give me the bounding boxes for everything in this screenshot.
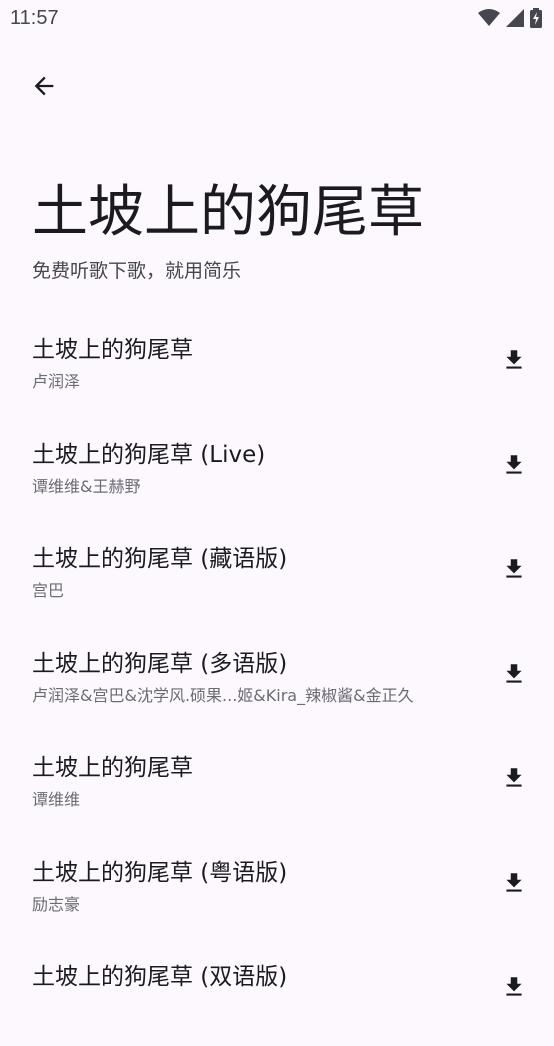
download-button[interactable] bbox=[490, 443, 538, 491]
download-icon bbox=[501, 661, 527, 691]
song-title: 土坡上的狗尾草 (藏语版) bbox=[32, 546, 288, 572]
status-time: 11:57 bbox=[10, 7, 59, 29]
song-list-item[interactable]: 土坡上的狗尾草 卢润泽 bbox=[0, 314, 554, 419]
song-title: 土坡上的狗尾草 (双语版) bbox=[32, 964, 288, 990]
song-list-item[interactable]: 土坡上的狗尾草 (多语版) 卢润泽&宫巴&沈学风.硕果...姬&Kira_辣椒酱… bbox=[0, 628, 554, 733]
download-button[interactable] bbox=[490, 861, 538, 909]
download-icon bbox=[501, 765, 527, 795]
song-artist: 宫巴 bbox=[32, 581, 65, 600]
status-icons bbox=[478, 8, 542, 32]
song-list-item[interactable]: 土坡上的狗尾草 (Live) 谭维维&王赫野 bbox=[0, 419, 554, 524]
page-subtitle: 免费听歌下歌，就用简乐 bbox=[32, 260, 242, 282]
song-list-item[interactable]: 土坡上的狗尾草 (粤语版) 励志豪 bbox=[0, 837, 554, 942]
download-icon bbox=[501, 974, 527, 1004]
download-icon bbox=[501, 452, 527, 482]
download-button[interactable] bbox=[490, 965, 538, 1013]
download-icon bbox=[501, 556, 527, 586]
song-list-item[interactable]: 土坡上的狗尾草 (双语版) bbox=[0, 941, 554, 1046]
song-title: 土坡上的狗尾草 bbox=[32, 755, 193, 781]
download-button[interactable] bbox=[490, 652, 538, 700]
song-artist: 卢润泽&宫巴&沈学风.硕果...姬&Kira_辣椒酱&金正久 bbox=[32, 685, 414, 705]
download-button[interactable] bbox=[490, 756, 538, 804]
status-bar: 11:57 bbox=[0, 0, 554, 40]
wifi-icon bbox=[478, 9, 500, 31]
song-title: 土坡上的狗尾草 (粤语版) bbox=[32, 859, 288, 886]
song-artist: 谭维维 bbox=[32, 790, 81, 809]
song-artist: 卢润泽 bbox=[32, 372, 81, 391]
download-button[interactable] bbox=[490, 547, 538, 595]
song-artist: 谭维维&王赫野 bbox=[32, 476, 141, 496]
song-list-item[interactable]: 土坡上的狗尾草 谭维维 bbox=[0, 732, 554, 837]
download-icon bbox=[501, 347, 527, 377]
arrow-back-icon bbox=[30, 72, 58, 104]
song-title: 土坡上的狗尾草 (多语版) bbox=[32, 650, 288, 677]
song-list: 土坡上的狗尾草 卢润泽 土坡上的狗尾草 (Live) 谭维维&王赫野 土坡上的狗… bbox=[0, 314, 554, 1046]
song-list-item[interactable]: 土坡上的狗尾草 (藏语版) 宫巴 bbox=[0, 523, 554, 628]
back-button[interactable] bbox=[22, 66, 66, 110]
signal-icon bbox=[506, 9, 524, 31]
download-button[interactable] bbox=[490, 338, 538, 386]
page-title: 土坡上的狗尾草 bbox=[32, 180, 424, 245]
download-icon bbox=[501, 870, 527, 900]
song-artist: 励志豪 bbox=[32, 894, 81, 914]
battery-charging-icon bbox=[530, 8, 542, 32]
song-title: 土坡上的狗尾草 (Live) bbox=[32, 441, 266, 468]
song-title: 土坡上的狗尾草 bbox=[32, 337, 193, 363]
